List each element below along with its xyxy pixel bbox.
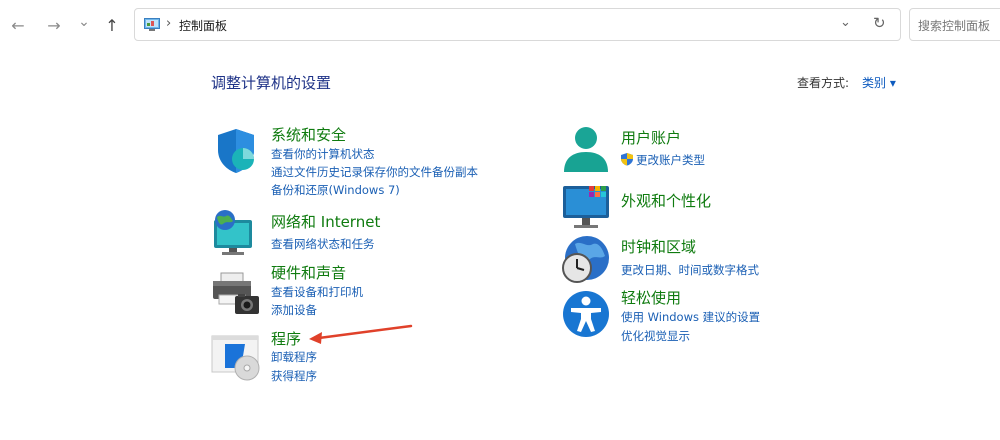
link-change-account-type[interactable]: 更改账户类型	[636, 152, 705, 168]
view-by-label: 查看方式:	[797, 76, 850, 90]
up-button[interactable]: ↑	[100, 13, 124, 37]
link-change-date-time-format[interactable]: 更改日期、时间或数字格式	[621, 262, 759, 278]
category-title-user-accounts[interactable]: 用户账户	[621, 127, 681, 148]
accessibility-icon[interactable]	[561, 289, 611, 339]
forward-button[interactable]: →	[42, 13, 66, 37]
up-arrow-icon: ↑	[105, 15, 119, 35]
refresh-icon[interactable]: ↻	[873, 14, 886, 32]
category-title-clock-region[interactable]: 时钟和区域	[621, 236, 696, 257]
back-arrow-icon: ←	[11, 15, 25, 35]
user-icon[interactable]	[561, 124, 611, 174]
breadcrumb-control-panel[interactable]: 控制面板	[179, 17, 227, 34]
address-bar[interactable]: › 控制面板 ⌄ ↻	[134, 8, 901, 41]
link-devices-printers[interactable]: 查看设备和打印机	[271, 284, 363, 300]
recent-locations-button[interactable]: ⌄	[72, 10, 96, 34]
category-title-ease-of-access[interactable]: 轻松使用	[621, 287, 681, 308]
breadcrumb-separator: ›	[166, 16, 172, 31]
annotation-arrow-icon	[309, 324, 413, 344]
category-title-network-internet[interactable]: 网络和 Internet	[271, 211, 380, 232]
link-network-status[interactable]: 查看网络状态和任务	[271, 236, 375, 252]
link-check-computer-status[interactable]: 查看你的计算机状态	[271, 146, 375, 162]
uac-shield-icon	[621, 153, 633, 166]
clock-globe-icon[interactable]	[561, 234, 611, 284]
page-title: 调整计算机的设置	[211, 74, 332, 92]
monitor-icon[interactable]	[561, 182, 611, 232]
programs-disc-icon[interactable]	[211, 334, 261, 384]
link-add-device[interactable]: 添加设备	[271, 302, 317, 318]
category-title-hardware-sound[interactable]: 硬件和声音	[271, 262, 346, 283]
search-input[interactable]: 搜索控制面板	[909, 8, 1000, 41]
forward-arrow-icon: →	[47, 15, 61, 35]
link-optimize-visual-display[interactable]: 优化视觉显示	[621, 328, 690, 344]
link-recommended-settings[interactable]: 使用 Windows 建议的设置	[621, 309, 760, 325]
link-file-history-backup[interactable]: 通过文件历史记录保存你的文件备份副本	[271, 164, 478, 180]
search-placeholder: 搜索控制面板	[918, 19, 991, 33]
category-title-system-security[interactable]: 系统和安全	[271, 124, 346, 145]
link-get-programs[interactable]: 获得程序	[271, 368, 317, 384]
link-uninstall-program[interactable]: 卸载程序	[271, 349, 317, 365]
view-by-dropdown[interactable]: 类别 ▾	[862, 74, 896, 91]
link-backup-restore[interactable]: 备份和还原(Windows 7)	[271, 182, 400, 198]
category-title-appearance-personalization[interactable]: 外观和个性化	[621, 190, 711, 211]
printer-camera-icon[interactable]	[211, 270, 261, 320]
chevron-down-icon: ⌄	[78, 14, 90, 30]
address-dropdown-icon[interactable]: ⌄	[840, 15, 851, 30]
back-button[interactable]: ←	[6, 13, 30, 37]
network-globe-icon[interactable]	[211, 208, 261, 258]
control-panel-icon	[144, 18, 160, 31]
category-title-programs[interactable]: 程序	[271, 328, 301, 349]
shield-icon[interactable]	[211, 126, 261, 176]
